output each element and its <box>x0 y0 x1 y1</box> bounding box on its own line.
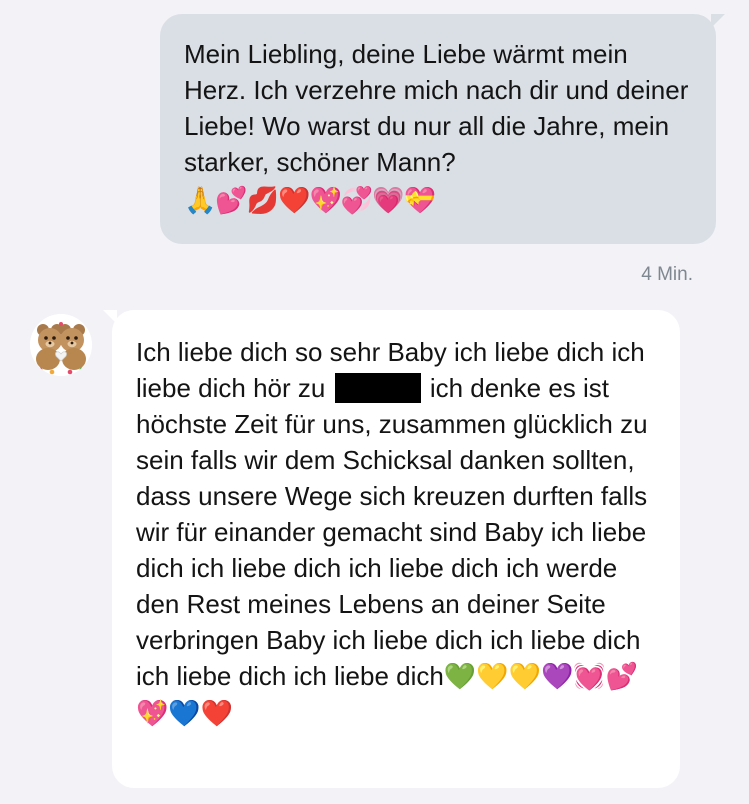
redaction-block <box>334 373 421 403</box>
message-timestamp: 4 Min. <box>641 264 693 285</box>
incoming-message-bubble[interactable]: Ich liebe dich so sehr Baby ich liebe di… <box>103 310 680 788</box>
incoming-message-text: Ich liebe dich so sehr Baby ich liebe di… <box>136 334 660 732</box>
teddy-bears-avatar-icon <box>30 314 92 376</box>
outgoing-message-emojis: 🙏💕💋❤️💖💞💗💝 <box>184 186 436 216</box>
contact-avatar[interactable] <box>30 314 92 376</box>
incoming-message-text-part: ich denke es ist höchste Zeit für uns, z… <box>136 373 648 691</box>
outgoing-message-text: Mein Liebling, deine Liebe wärmt mein He… <box>184 39 689 177</box>
outgoing-message-bubble[interactable]: Mein Liebling, deine Liebe wärmt mein He… <box>160 14 725 244</box>
chat-thread: Mein Liebling, deine Liebe wärmt mein He… <box>0 0 749 804</box>
bubble-tail <box>103 310 117 324</box>
bubble-tail <box>711 14 725 28</box>
